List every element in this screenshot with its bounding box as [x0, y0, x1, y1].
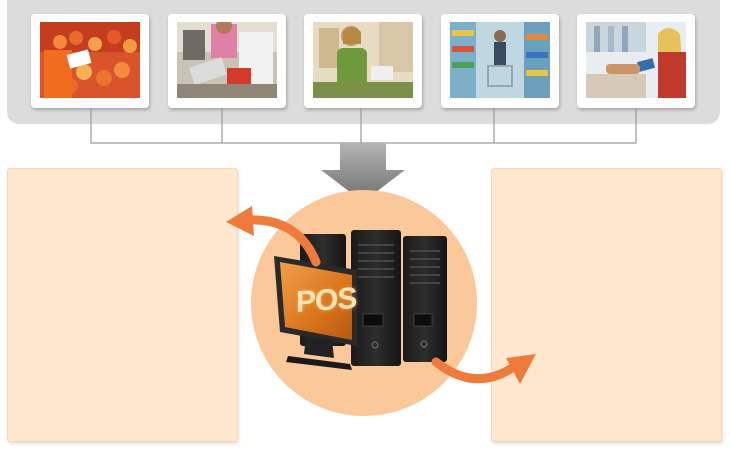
right-curved-arrow-icon: [431, 354, 536, 384]
server-tower-right: [403, 236, 447, 362]
server-tower-middle: [351, 230, 401, 366]
pos-system-illustration: [226, 206, 536, 384]
pos-screen-text: POS: [296, 281, 357, 320]
